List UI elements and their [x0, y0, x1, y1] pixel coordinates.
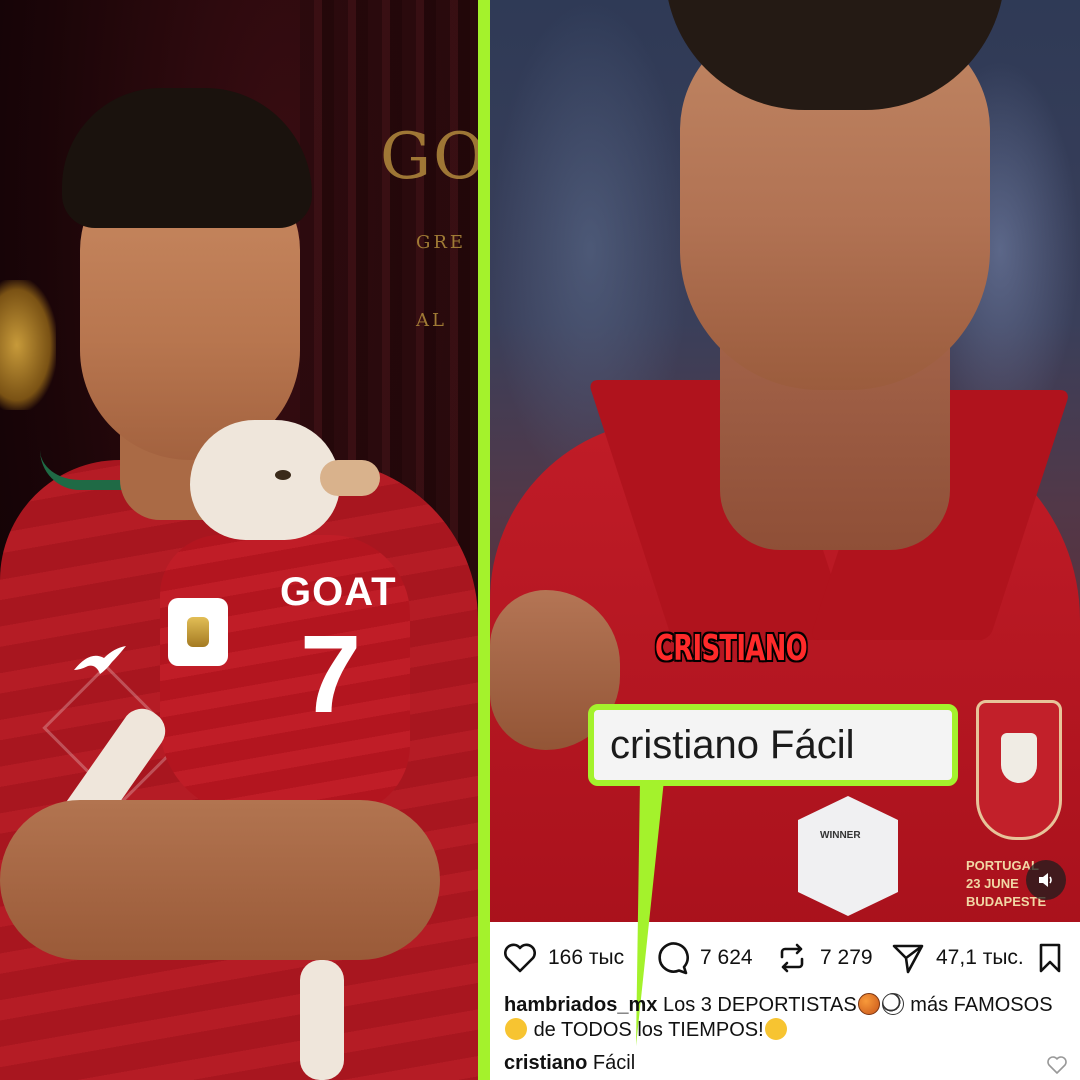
repost-icon[interactable]	[774, 940, 810, 976]
caption-text-c: de TODOS los TIEMPOS!	[533, 1019, 764, 1041]
left-photo: GO GRE AL GOAT 7	[0, 0, 478, 1080]
player-hair	[62, 88, 312, 228]
name-overlay-label: CRISTIANO	[655, 628, 808, 669]
comment-count: 7 624	[700, 946, 753, 969]
post-photo[interactable]: WINNER PORTUGAL 23 JUNE BUDAPESTE CRISTI…	[490, 0, 1080, 922]
winner-badge-text: WINNER	[820, 830, 861, 841]
sound-icon	[1039, 873, 1052, 887]
jersey-text-line: 23 JUNE	[966, 876, 1019, 891]
like-action[interactable]: 166 тыс	[502, 940, 624, 976]
share-action[interactable]: 47,1 тыс.	[890, 940, 1024, 976]
winner-badge-icon	[798, 796, 898, 916]
comment-text: Fácil	[592, 1052, 636, 1074]
goat-shirt-name: GOAT	[280, 570, 397, 614]
goat-shirt-number: 7	[300, 613, 362, 736]
bookmark-icon[interactable]	[1034, 942, 1066, 974]
like-count: 166 тыс	[548, 946, 625, 969]
portugal-crest-icon	[976, 700, 1062, 840]
share-icon[interactable]	[890, 940, 926, 976]
goat-head	[190, 420, 340, 540]
world-cup-badge-icon	[168, 598, 228, 666]
repost-count: 7 279	[820, 946, 873, 969]
basketball-emoji	[857, 993, 880, 1015]
caption-text-b: más FAMOSOS	[910, 994, 1053, 1016]
goat-ear	[320, 460, 380, 496]
comment-username[interactable]: cristiano	[504, 1052, 587, 1074]
sound-toggle-button[interactable]	[1026, 860, 1066, 900]
heart-icon[interactable]	[1046, 1054, 1068, 1076]
comment-icon[interactable]	[654, 940, 690, 976]
post-caption: hambriados_mx Los 3 DEPORTISTAS más FAMO…	[504, 993, 1074, 1043]
caption-username[interactable]: hambriados_mx	[504, 994, 657, 1016]
caption-text-a: Los 3 DEPORTISTAS	[662, 994, 857, 1016]
goat-eye	[275, 470, 291, 480]
player-arm	[0, 800, 440, 960]
comment-action[interactable]: 7 624	[654, 940, 753, 976]
star-struck-emoji	[505, 1018, 527, 1040]
astonished-emoji	[764, 1018, 787, 1040]
heart-icon[interactable]	[502, 940, 538, 976]
comment-callout: cristiano Fácil	[588, 704, 958, 786]
instagram-post: WINNER PORTUGAL 23 JUNE BUDAPESTE CRISTI…	[490, 0, 1080, 1080]
repost-action[interactable]: 7 279	[774, 940, 873, 976]
green-divider	[478, 0, 490, 1080]
comment-row: cristiano Fácil	[504, 1052, 635, 1075]
soccer-emoji	[881, 993, 904, 1015]
share-count: 47,1 тыс.	[936, 946, 1024, 969]
callout-text: cristiano Fácil	[610, 722, 855, 767]
post-action-bar: 166 тыс 7 624 7 279 47,1 тыс.	[490, 930, 1080, 986]
goat-leg	[300, 960, 344, 1080]
